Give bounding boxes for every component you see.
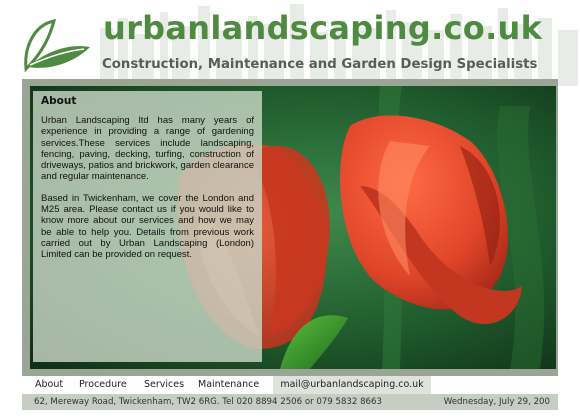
about-paragraph-2: Based in Twickenham, we cover the London… <box>41 192 254 261</box>
site-header: urbanlandscaping.co.uk Construction, Mai… <box>0 0 580 86</box>
email-link[interactable]: mail@urbanlandscaping.co.uk <box>273 376 431 394</box>
site-title: urbanlandscaping.co.uk <box>103 9 543 47</box>
nav-about-link[interactable]: About <box>35 376 63 394</box>
footer-address: 62, Mereway Road, Twickenham, TW2 6RG. T… <box>34 397 382 407</box>
site-tagline: Construction, Maintenance and Garden Des… <box>102 57 538 72</box>
nav-services-link[interactable]: Services <box>144 376 184 394</box>
footer-date: Wednesday, July 29, 200 <box>443 397 550 407</box>
nav-maintenance-link[interactable]: Maintenance <box>198 376 259 394</box>
leaf-logo-icon[interactable] <box>20 17 92 75</box>
about-panel: About Urban Landscaping ltd has many yea… <box>33 91 262 362</box>
about-heading: About <box>41 95 77 107</box>
about-paragraph-1: Urban Landscaping ltd has many years of … <box>41 115 254 183</box>
nav-procedure-link[interactable]: Procedure <box>79 376 127 394</box>
